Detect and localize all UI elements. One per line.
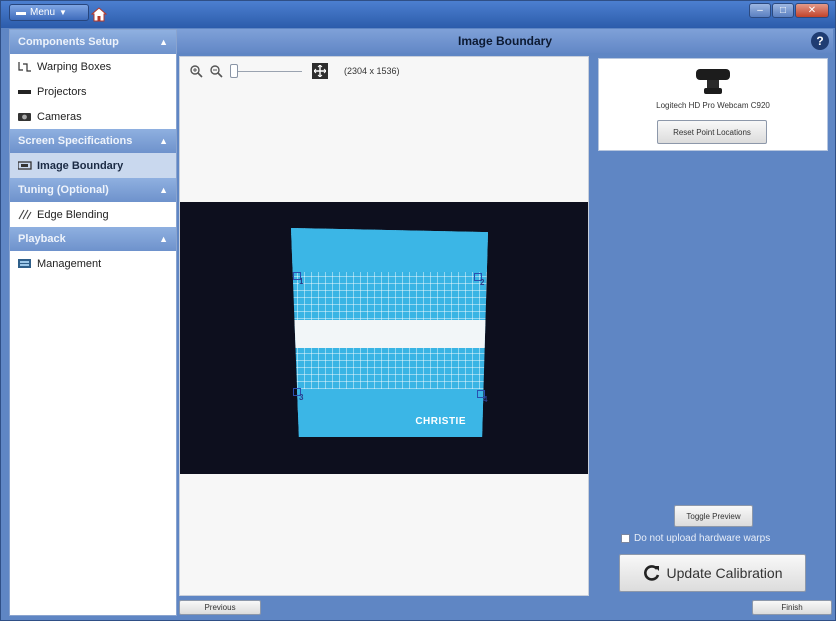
zoom-in-icon[interactable] [188, 63, 204, 79]
finish-button[interactable]: Finish [752, 600, 832, 615]
update-calibration-button[interactable]: Update Calibration [619, 554, 806, 592]
collapse-arrow-icon: ▲ [159, 136, 168, 146]
section-header-components-setup[interactable]: Components Setup ▲ [10, 30, 176, 54]
screen-white-band [291, 320, 488, 348]
sidebar: Components Setup ▲ Warping Boxes Project… [9, 29, 177, 616]
update-calibration-label: Update Calibration [666, 565, 783, 581]
webcam-icon [696, 69, 730, 94]
sidebar-item-label: Image Boundary [37, 159, 124, 172]
sidebar-item-cameras[interactable]: Cameras [10, 104, 176, 129]
checkbox[interactable] [621, 534, 630, 543]
minimize-button[interactable]: – [749, 3, 771, 18]
sidebar-item-label: Projectors [37, 85, 87, 98]
viewer-toolbar: (2304 x 1536) [188, 61, 400, 81]
collapse-arrow-icon: ▲ [159, 234, 168, 244]
edge-blending-icon [18, 209, 32, 220]
boundary-marker[interactable]: 1 [293, 272, 305, 286]
collapse-arrow-icon: ▲ [159, 37, 168, 47]
sidebar-item-edge-blending[interactable]: Edge Blending [10, 202, 176, 227]
home-button[interactable] [89, 4, 109, 24]
toggle-preview-button[interactable]: Toggle Preview [674, 505, 753, 527]
camera-name: Logitech HD Pro Webcam C920 [656, 101, 770, 110]
title-bar: ▬ Menu ▼ – □ ✕ [1, 1, 835, 28]
zoom-out-icon[interactable] [208, 63, 224, 79]
brand-logo-text: CHRISTIE [415, 416, 466, 427]
chevron-down-icon: ▼ [59, 8, 67, 17]
refresh-icon [643, 565, 659, 581]
reset-point-locations-button[interactable]: Reset Point Locations [657, 120, 767, 144]
zoom-slider-track [234, 71, 302, 72]
image-boundary-icon [18, 160, 32, 171]
sidebar-item-image-boundary[interactable]: Image Boundary [10, 153, 176, 178]
menu-label: Menu [30, 7, 56, 18]
section-title: Components Setup [18, 36, 119, 48]
marker-number: 4 [483, 395, 488, 404]
projected-screen: CHRISTIE [291, 228, 488, 437]
sidebar-item-label: Management [37, 257, 102, 270]
projector-icon [18, 86, 32, 97]
sidebar-item-warping-boxes[interactable]: Warping Boxes [10, 54, 176, 79]
sidebar-item-label: Warping Boxes [37, 60, 112, 73]
home-icon [91, 6, 107, 21]
checkbox-label: Do not upload hardware warps [634, 533, 771, 544]
resolution-readout: (2304 x 1536) [344, 66, 400, 76]
collapse-arrow-icon: ▲ [159, 185, 168, 195]
zoom-slider-thumb[interactable] [230, 64, 238, 78]
previous-button[interactable]: Previous [179, 600, 261, 615]
sidebar-item-label: Edge Blending [37, 208, 109, 221]
marker-number: 2 [480, 278, 485, 287]
boundary-marker[interactable]: 3 [293, 388, 305, 402]
menu-button[interactable]: ▬ Menu ▼ [9, 4, 89, 21]
help-icon[interactable]: ? [811, 32, 829, 50]
section-header-playback[interactable]: Playback ▲ [10, 227, 176, 251]
section-header-screen-specifications[interactable]: Screen Specifications ▲ [10, 129, 176, 153]
camera-viewer: (2304 x 1536) CHRISTIE 1 2 3 4 [179, 56, 589, 596]
section-title: Screen Specifications [18, 135, 133, 147]
maximize-button[interactable]: □ [772, 3, 794, 18]
camera-card: Logitech HD Pro Webcam C920 Reset Point … [598, 58, 828, 151]
page-title-bar: Image Boundary ? [177, 29, 833, 53]
app-window: ▬ Menu ▼ – □ ✕ Components Setup ▲ Warpin… [0, 0, 836, 621]
sidebar-item-management[interactable]: Management [10, 251, 176, 276]
management-icon [18, 258, 32, 269]
sidebar-item-label: Cameras [37, 110, 82, 123]
camera-feed: CHRISTIE 1 2 3 4 [180, 202, 588, 474]
zoom-slider[interactable] [230, 63, 302, 79]
screen-bottom-area [291, 389, 488, 437]
menu-icon: ▬ [16, 7, 26, 18]
section-title: Playback [18, 233, 66, 245]
section-title: Tuning (Optional) [18, 184, 109, 196]
page-title: Image Boundary [457, 34, 553, 48]
boundary-marker[interactable]: 4 [477, 390, 489, 404]
warping-boxes-icon [18, 61, 32, 72]
upload-warps-option[interactable]: Do not upload hardware warps [621, 533, 770, 544]
screen-top-area [291, 228, 488, 272]
boundary-marker[interactable]: 2 [474, 273, 486, 287]
close-button[interactable]: ✕ [795, 3, 829, 18]
section-header-tuning[interactable]: Tuning (Optional) ▲ [10, 178, 176, 202]
fit-to-view-icon[interactable] [312, 63, 328, 79]
sidebar-item-projectors[interactable]: Projectors [10, 79, 176, 104]
marker-number: 1 [299, 277, 304, 286]
camera-icon [18, 111, 32, 122]
marker-number: 3 [299, 393, 304, 402]
window-controls: – □ ✕ [749, 3, 829, 18]
